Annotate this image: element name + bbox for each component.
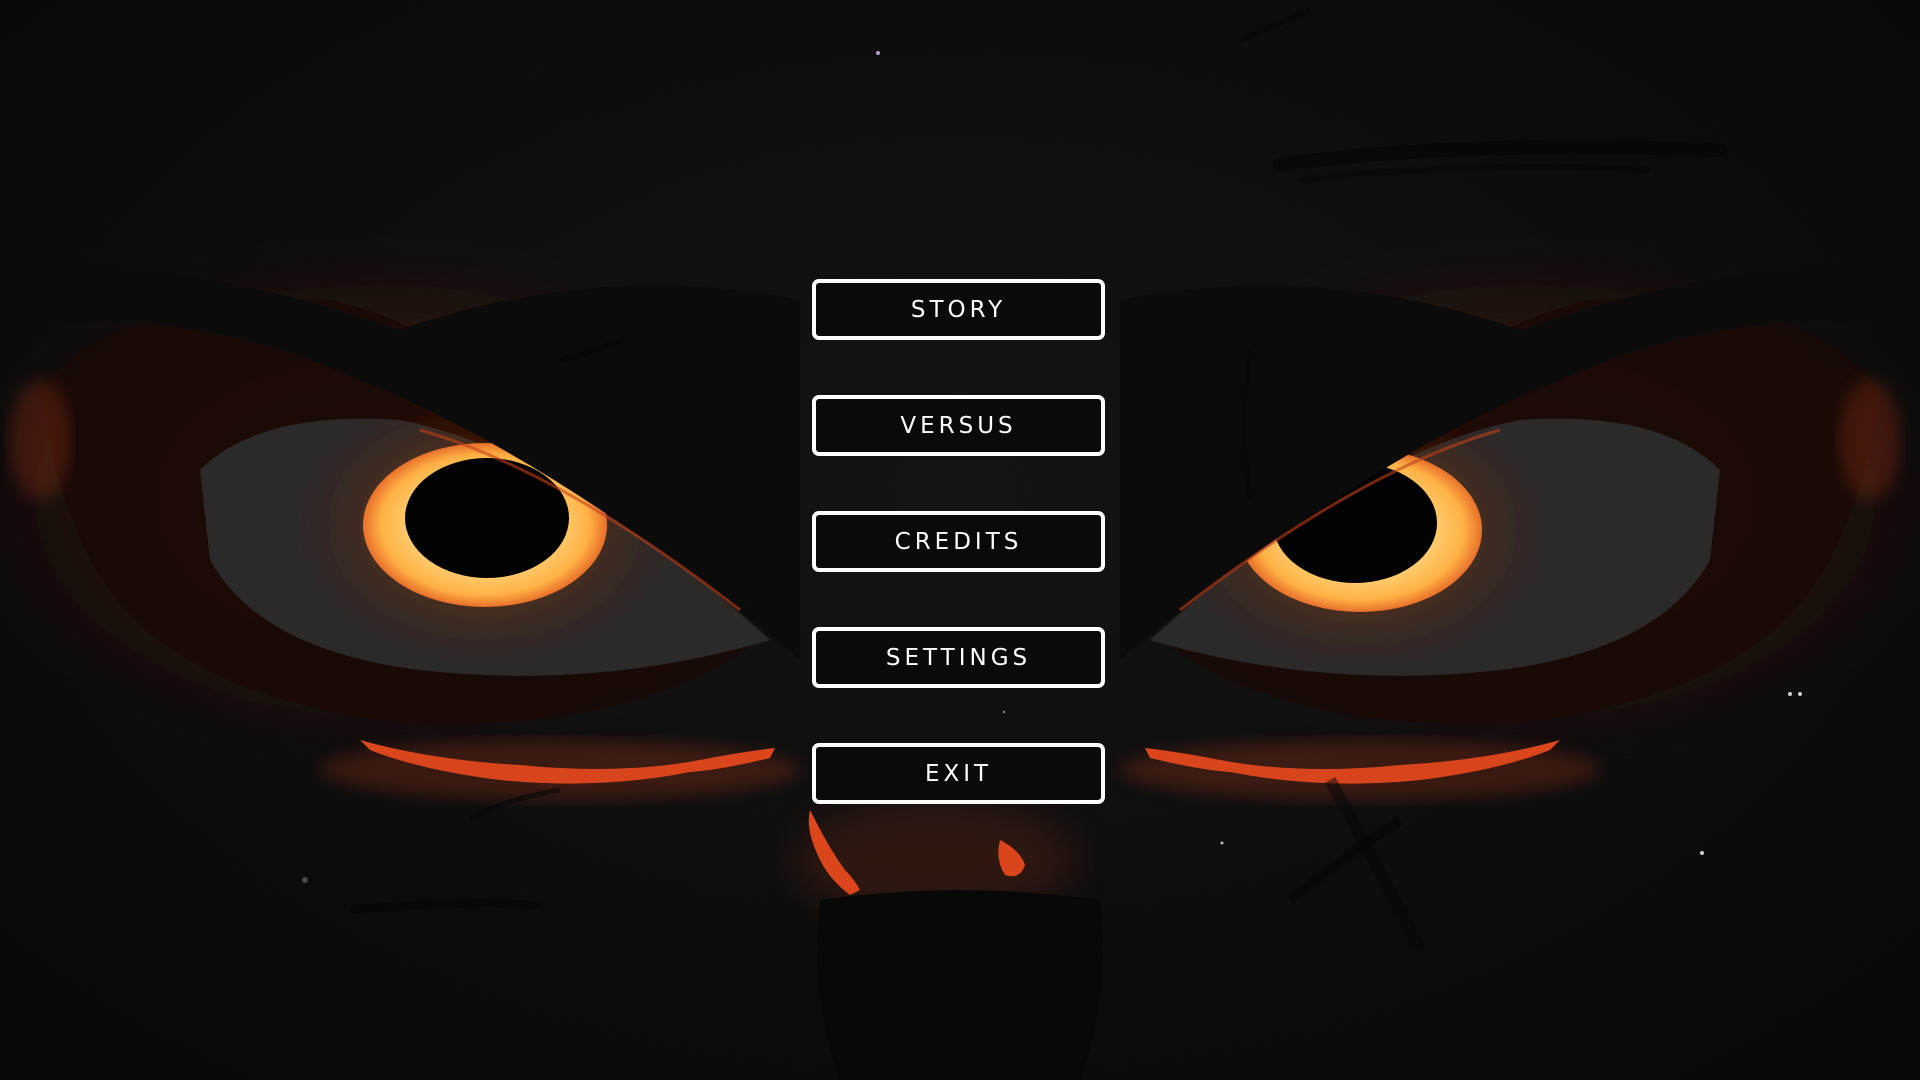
versus-button[interactable]: VERSUS <box>812 395 1105 456</box>
settings-button[interactable]: SETTINGS <box>812 627 1105 688</box>
credits-button[interactable]: CREDITS <box>812 511 1105 572</box>
exit-button[interactable]: EXIT <box>812 743 1105 804</box>
main-menu: STORY VERSUS CREDITS SETTINGS EXIT <box>812 279 1105 804</box>
story-button[interactable]: STORY <box>812 279 1105 340</box>
title-screen: STORY VERSUS CREDITS SETTINGS EXIT <box>0 0 1920 1080</box>
